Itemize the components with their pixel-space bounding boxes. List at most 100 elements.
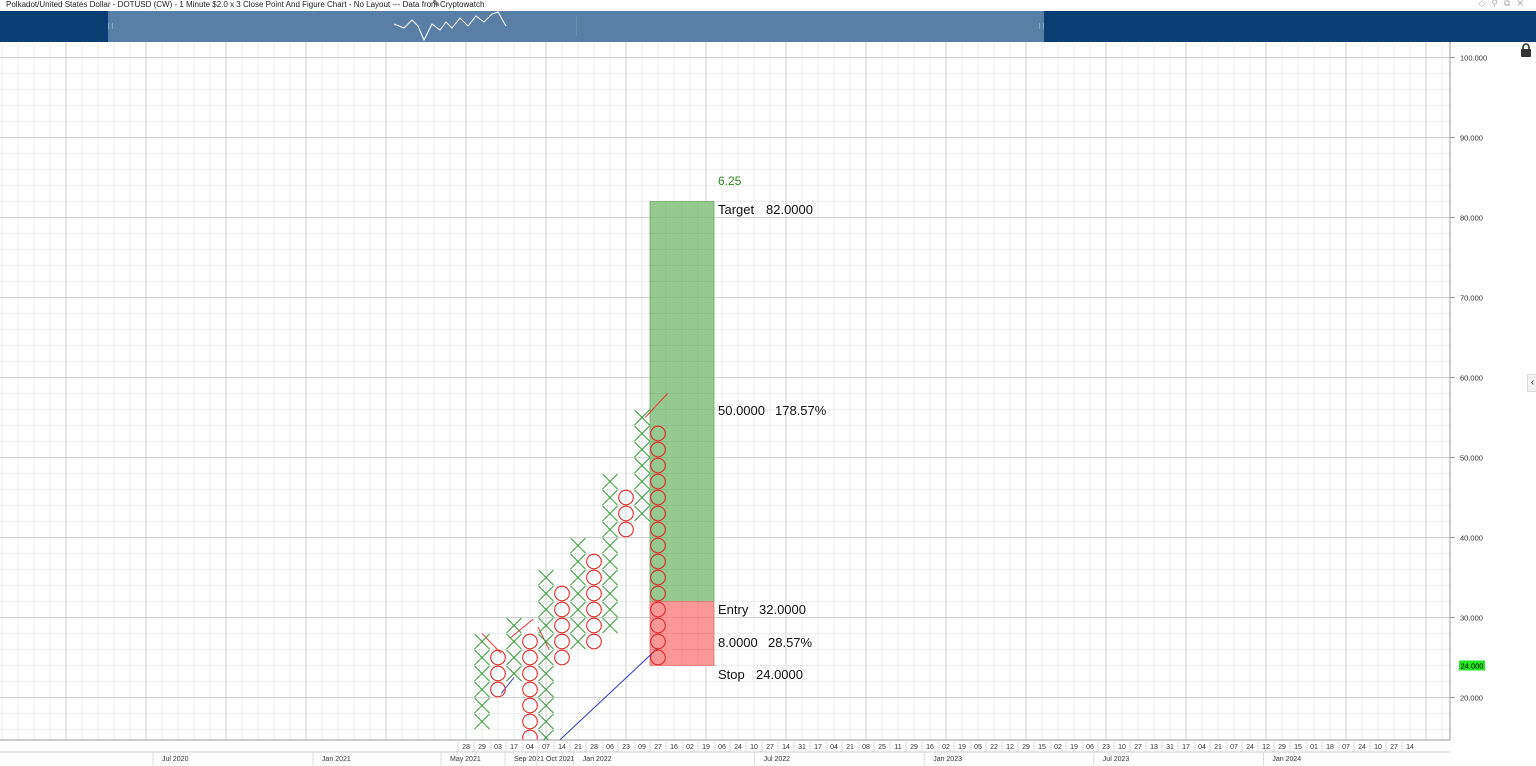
month-tick-label: Jul 2022 — [764, 756, 791, 763]
day-tick-label: 17 — [814, 744, 822, 751]
day-tick-label: 07 — [1342, 744, 1350, 751]
day-tick-label: 06 — [606, 744, 614, 751]
month-tick-label: Jan 2024 — [1272, 756, 1301, 763]
sparkline-path — [393, 11, 507, 42]
price-tick-label: 60.000 — [1460, 374, 1483, 383]
day-tick-label: 15 — [1294, 744, 1302, 751]
day-tick-label: 29 — [1022, 744, 1030, 751]
day-tick-label: 19 — [702, 744, 710, 751]
month-tick-label: Jul 2020 — [162, 756, 189, 763]
day-tick-label: 01 — [1310, 744, 1318, 751]
day-tick-label: 24 — [734, 744, 742, 751]
day-tick-label: 21 — [1214, 744, 1222, 751]
stop-value: 24.0000 — [756, 667, 803, 682]
current-price-tag: 24.000 — [1459, 660, 1485, 671]
price-axis[interactable]: 20.000 30.000 40.000 50.000 60.000 70.000 80.0… — [1449, 42, 1487, 740]
day-tick-label: 21 — [574, 744, 582, 751]
day-tick-label: 28 — [462, 744, 470, 751]
day-tick-label: 23 — [622, 744, 630, 751]
day-tick-label: 31 — [1166, 744, 1174, 751]
day-tick-label: 10 — [750, 744, 758, 751]
day-tick-label: 27 — [1134, 744, 1142, 751]
price-tick-label: 80.000 — [1460, 214, 1483, 223]
day-tick-label: 09 — [638, 744, 646, 751]
navigator-sparkline — [393, 11, 507, 42]
day-tick-label: 02 — [942, 744, 950, 751]
day-tick-label: 16 — [670, 744, 678, 751]
month-tick-label: May 2021 — [450, 756, 481, 763]
day-tick-label: 10 — [1118, 744, 1126, 751]
trendline — [537, 626, 550, 650]
day-tick-label: 27 — [1390, 744, 1398, 751]
day-tick-label: 04 — [526, 744, 534, 751]
position-labels: 6.25 Target 82.0000 50.0000 178.57% Entry 32.0… — [718, 174, 827, 682]
day-tick-label: 04 — [830, 744, 838, 751]
day-tick-label: 13 — [1150, 744, 1158, 751]
chevron-left-icon[interactable]: ‹ — [1527, 374, 1536, 392]
day-tick-label: 18 — [1326, 744, 1334, 751]
month-tick-label: Jan 2022 — [583, 756, 612, 763]
target-value: 82.0000 — [766, 202, 813, 217]
risk-value: 8.0000 — [718, 635, 758, 650]
position-zones[interactable] — [649, 201, 715, 666]
day-tick-label: 28 — [590, 744, 598, 751]
reward-value: 50.0000 — [718, 403, 765, 418]
target-label: Target — [718, 202, 755, 217]
day-tick-label: 24 — [1358, 744, 1366, 751]
price-tick-label: 70.000 — [1460, 294, 1483, 303]
price-tick-label: 90.000 — [1460, 134, 1483, 143]
day-tick-label: 17 — [1182, 744, 1190, 751]
day-tick-label: 11 — [894, 744, 901, 751]
reward-pct: 178.57% — [775, 403, 827, 418]
price-tick-label: 30.000 — [1460, 614, 1483, 623]
day-tick-label: 31 — [798, 744, 806, 751]
trendlines — [481, 393, 668, 745]
day-tick-label: 05 — [974, 744, 982, 751]
day-tick-label: 04 — [1198, 744, 1206, 751]
month-tick-label: Sep 2021 — [514, 756, 544, 763]
day-tick-label: 02 — [1054, 744, 1062, 751]
current-price-label: 24.000 — [1461, 662, 1484, 671]
day-tick-label: 16 — [926, 744, 934, 751]
day-tick-label: 06 — [1086, 744, 1094, 751]
day-tick-label: 29 — [1278, 744, 1286, 751]
day-tick-label: 12 — [1006, 744, 1014, 751]
price-tick-label: 50.000 — [1460, 454, 1483, 463]
month-tick-label: Jan 2023 — [933, 756, 962, 763]
day-tick-label: 24 — [1246, 744, 1254, 751]
day-tick-label: 19 — [1070, 744, 1078, 751]
day-tick-label: 08 — [862, 744, 870, 751]
day-tick-label: 27 — [654, 744, 662, 751]
price-tick-label: 100.000 — [1460, 54, 1487, 63]
entry-label: Entry — [718, 602, 749, 617]
pnf-columns — [474, 409, 666, 746]
day-tick-label: 17 — [510, 744, 518, 751]
day-tick-label: 15 — [1038, 744, 1046, 751]
day-tick-label: 02 — [686, 744, 694, 751]
day-tick-label: 21 — [846, 744, 854, 751]
day-tick-label: 10 — [1374, 744, 1382, 751]
day-tick-label: 29 — [478, 744, 486, 751]
day-tick-label: 14 — [558, 744, 566, 751]
day-tick-label: 14 — [1406, 744, 1414, 751]
entry-value: 32.0000 — [759, 602, 806, 617]
month-tick-label: Jan 2021 — [322, 756, 351, 763]
risk-reward-ratio: 6.25 — [718, 174, 742, 188]
time-axis[interactable]: 28 29 03 17 04 07 14 21 28 06 23 09 27 16 02 19 06 24 10 27… — [0, 739, 1536, 766]
price-tick-label: 20.000 — [1460, 694, 1483, 703]
day-tick-label: 29 — [910, 744, 918, 751]
month-tick-label: Jul 2023 — [1103, 756, 1130, 763]
day-tick-label: 12 — [1262, 744, 1270, 751]
day-tick-label: 06 — [718, 744, 726, 751]
day-tick-label: 07 — [542, 744, 550, 751]
day-tick-label: 22 — [990, 744, 998, 751]
lock-icon[interactable] — [1519, 43, 1533, 57]
price-tick-label: 40.000 — [1460, 534, 1483, 543]
pnf-chart[interactable]: 20.000 30.000 40.000 50.000 60.000 70.000 80.0… — [0, 0, 1536, 766]
stop-label: Stop — [718, 667, 745, 682]
month-tick-label: Oct 2021 — [546, 756, 575, 763]
day-tick-label: 03 — [494, 744, 502, 751]
day-tick-label: 27 — [766, 744, 774, 751]
day-tick-label: 07 — [1230, 744, 1238, 751]
day-tick-label: 19 — [958, 744, 966, 751]
